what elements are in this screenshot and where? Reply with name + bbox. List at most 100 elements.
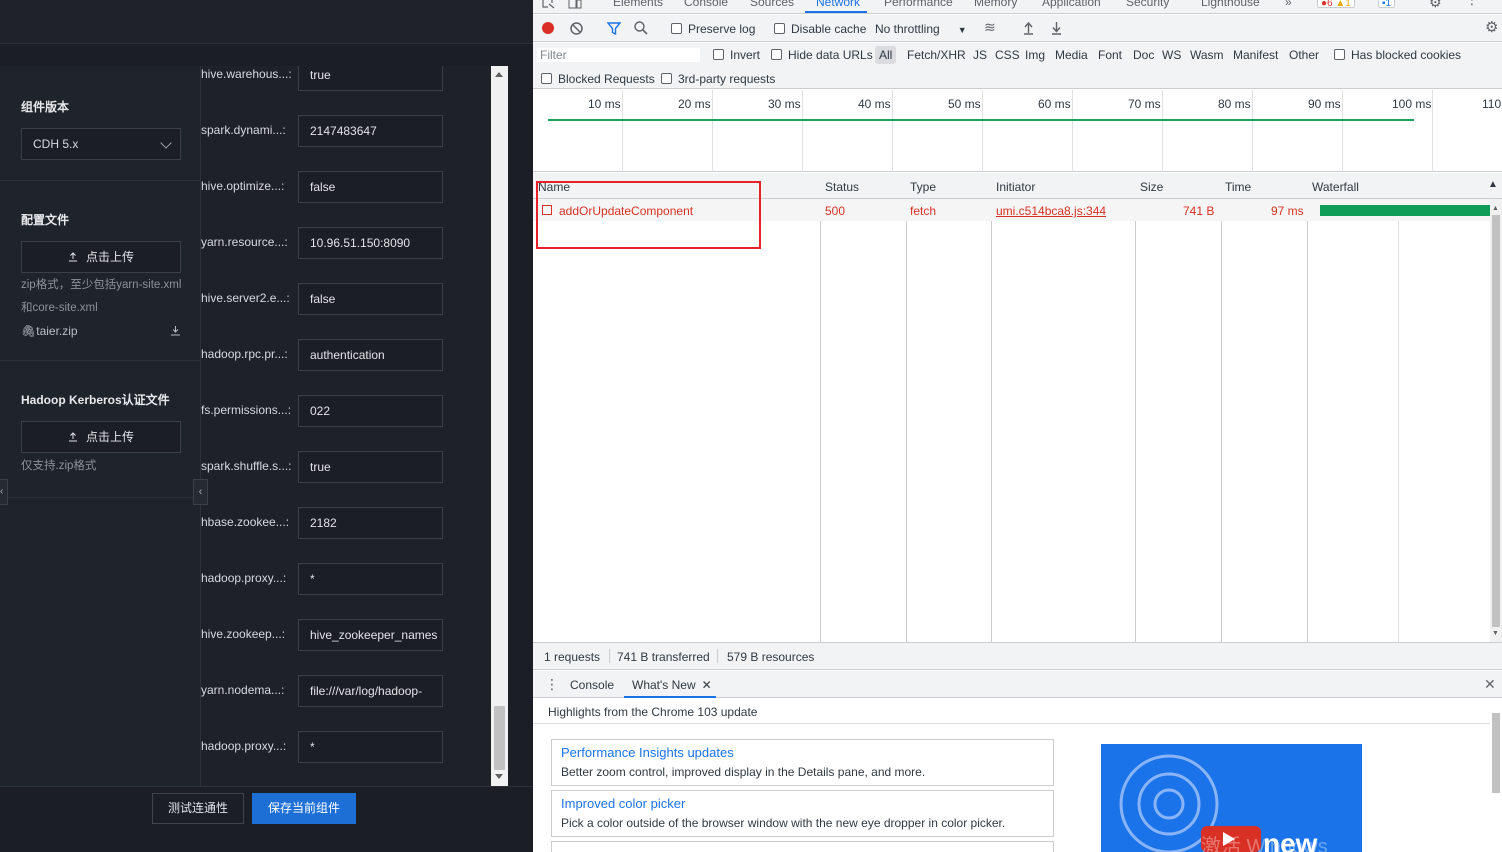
scrollbar-thumb[interactable] bbox=[1492, 215, 1500, 627]
scroll-up-arrow-icon[interactable]: ▲ bbox=[1492, 205, 1499, 212]
form-input[interactable]: authentication bbox=[298, 339, 443, 371]
scroll-up-arrow-icon[interactable] bbox=[495, 72, 503, 77]
filter-bar: Filter Invert Hide data URLs All Fetch/X… bbox=[533, 43, 1502, 89]
config-file-item[interactable]: 🖇taier.zip bbox=[21, 324, 181, 338]
filter-type-ws[interactable]: WS bbox=[1162, 48, 1181, 62]
tab-sources[interactable]: Sources bbox=[750, 0, 794, 9]
config-file-title: 配置文件 bbox=[21, 213, 70, 227]
tab-memory[interactable]: Memory bbox=[974, 0, 1017, 9]
filter-input[interactable]: Filter bbox=[537, 48, 700, 62]
filter-type-css[interactable]: CSS bbox=[995, 48, 1020, 62]
close-tab-icon[interactable]: ✕ bbox=[702, 678, 712, 692]
drawer-scrollbar-thumb[interactable] bbox=[1492, 713, 1500, 793]
request-initiator-link[interactable]: umi.c514bca8.js:344 bbox=[996, 204, 1106, 218]
config-upload-label: 点击上传 bbox=[85, 250, 134, 264]
whats-new-card[interactable]: Improved color picker Pick a color outsi… bbox=[551, 790, 1054, 837]
blocked-requests-checkbox[interactable]: Blocked Requests bbox=[541, 72, 655, 86]
collapse-left-icon[interactable]: ‹ bbox=[0, 479, 8, 505]
tab-network[interactable]: Network bbox=[816, 0, 860, 9]
scroll-down-arrow-icon[interactable] bbox=[495, 774, 503, 779]
form-input[interactable]: file:///var/log/hadoop- bbox=[298, 675, 443, 707]
timeline-overview[interactable]: 10 ms 20 ms 30 ms 40 ms 50 ms 60 ms 70 m… bbox=[533, 90, 1502, 172]
filter-type-img[interactable]: Img bbox=[1025, 48, 1045, 62]
has-blocked-cookies-checkbox[interactable]: Has blocked cookies bbox=[1334, 48, 1461, 62]
tab-lighthouse[interactable]: Lighthouse bbox=[1201, 0, 1260, 9]
filter-icon[interactable] bbox=[607, 22, 621, 35]
filter-type-js[interactable]: JS bbox=[973, 48, 987, 62]
throttling-select[interactable]: No throttling ▼ bbox=[875, 22, 967, 36]
summary-transferred: 741 B transferred bbox=[617, 650, 710, 664]
form-input[interactable]: 10.96.51.150:8090 bbox=[298, 227, 443, 259]
clear-icon[interactable] bbox=[570, 22, 583, 35]
inspect-element-icon[interactable] bbox=[542, 0, 556, 9]
filter-type-wasm[interactable]: Wasm bbox=[1190, 48, 1224, 62]
tab-application[interactable]: Application bbox=[1042, 0, 1101, 9]
config-upload-button[interactable]: 点击上传 bbox=[21, 241, 181, 273]
drawer-tab-whats-new[interactable]: What's New ✕ bbox=[632, 678, 712, 692]
filter-type-fetch-xhr[interactable]: Fetch/XHR bbox=[907, 48, 966, 62]
tab-performance[interactable]: Performance bbox=[884, 0, 953, 9]
scrollbar-thumb[interactable] bbox=[494, 706, 505, 770]
form-scrollbar[interactable] bbox=[491, 66, 508, 786]
more-tabs-icon[interactable]: » bbox=[1285, 0, 1292, 9]
version-select[interactable]: CDH 5.x bbox=[21, 128, 181, 160]
column-header-status[interactable]: Status bbox=[825, 180, 859, 194]
network-settings-gear-icon[interactable]: ⚙ bbox=[1485, 18, 1498, 36]
column-header-initiator[interactable]: Initiator bbox=[996, 180, 1035, 194]
column-header-time[interactable]: Time bbox=[1225, 180, 1251, 194]
tab-elements[interactable]: Elements bbox=[613, 0, 663, 9]
drawer-menu-icon[interactable]: ⋮ bbox=[545, 676, 559, 693]
tick-label: 20 ms bbox=[678, 97, 711, 111]
close-drawer-icon[interactable]: ✕ bbox=[1484, 676, 1496, 693]
search-icon[interactable] bbox=[634, 21, 648, 35]
form-input[interactable]: 022 bbox=[298, 395, 443, 427]
form-input[interactable]: hive_zookeeper_names bbox=[298, 619, 443, 651]
form-input[interactable]: true bbox=[298, 451, 443, 483]
filter-type-all[interactable]: All bbox=[879, 48, 892, 62]
card-title-link[interactable]: Performance Insights updates bbox=[561, 745, 734, 760]
filter-type-manifest[interactable]: Manifest bbox=[1233, 48, 1278, 62]
issues-badge[interactable]: ●6 ▲1 bbox=[1317, 0, 1355, 9]
table-scrollbar[interactable]: ▲ ▼ bbox=[1490, 199, 1502, 642]
import-har-icon[interactable] bbox=[1023, 21, 1034, 35]
more-options-icon[interactable]: ⋮ bbox=[1465, 0, 1479, 8]
save-component-button[interactable]: 保存当前组件 bbox=[252, 793, 356, 824]
form-input[interactable]: false bbox=[298, 283, 443, 315]
record-icon[interactable] bbox=[542, 22, 554, 34]
filter-type-doc[interactable]: Doc bbox=[1133, 48, 1154, 62]
form-input[interactable]: true bbox=[298, 66, 443, 91]
test-connection-button[interactable]: 测试连通性 bbox=[152, 793, 244, 824]
kerberos-upload-button[interactable]: 点击上传 bbox=[21, 421, 181, 453]
filter-type-other[interactable]: Other bbox=[1289, 48, 1319, 62]
column-header-type[interactable]: Type bbox=[910, 180, 936, 194]
export-har-icon[interactable] bbox=[1051, 21, 1062, 35]
drawer-tab-console[interactable]: Console bbox=[570, 678, 614, 692]
column-header-size[interactable]: Size bbox=[1140, 180, 1163, 194]
form-input[interactable]: 2182 bbox=[298, 507, 443, 539]
scroll-down-arrow-icon[interactable]: ▼ bbox=[1492, 630, 1499, 637]
disable-cache-checkbox[interactable]: Disable cache bbox=[774, 22, 866, 36]
preserve-log-checkbox[interactable]: Preserve log bbox=[671, 22, 755, 36]
messages-badge[interactable]: ▪1 bbox=[1378, 0, 1396, 9]
card-title-link[interactable]: Improved color picker bbox=[561, 796, 685, 811]
whats-new-card[interactable] bbox=[551, 841, 1054, 852]
tab-console[interactable]: Console bbox=[684, 0, 728, 9]
hide-data-urls-checkbox[interactable]: Hide data URLs bbox=[771, 48, 873, 62]
form-input[interactable]: false bbox=[298, 171, 443, 203]
device-toolbar-icon[interactable] bbox=[568, 0, 582, 9]
invert-checkbox[interactable]: Invert bbox=[713, 48, 760, 62]
form-input[interactable]: * bbox=[298, 563, 443, 595]
settings-gear-icon[interactable]: ⚙ bbox=[1429, 0, 1442, 11]
form-input[interactable]: * bbox=[298, 731, 443, 763]
column-header-waterfall[interactable]: Waterfall bbox=[1312, 180, 1359, 194]
download-icon[interactable] bbox=[170, 325, 181, 336]
network-conditions-icon[interactable]: ≋ bbox=[984, 19, 996, 36]
tab-security[interactable]: Security bbox=[1126, 0, 1169, 9]
whats-new-card[interactable]: Performance Insights updates Better zoom… bbox=[551, 739, 1054, 786]
third-party-checkbox[interactable]: 3rd-party requests bbox=[661, 72, 775, 86]
collapse-sidebar-icon[interactable]: ‹ bbox=[193, 479, 208, 505]
chrome-update-promo-image[interactable]: new 激活 Windows bbox=[1101, 744, 1362, 852]
filter-type-font[interactable]: Font bbox=[1098, 48, 1122, 62]
filter-type-media[interactable]: Media bbox=[1055, 48, 1088, 62]
form-input[interactable]: 2147483647 bbox=[298, 115, 443, 147]
